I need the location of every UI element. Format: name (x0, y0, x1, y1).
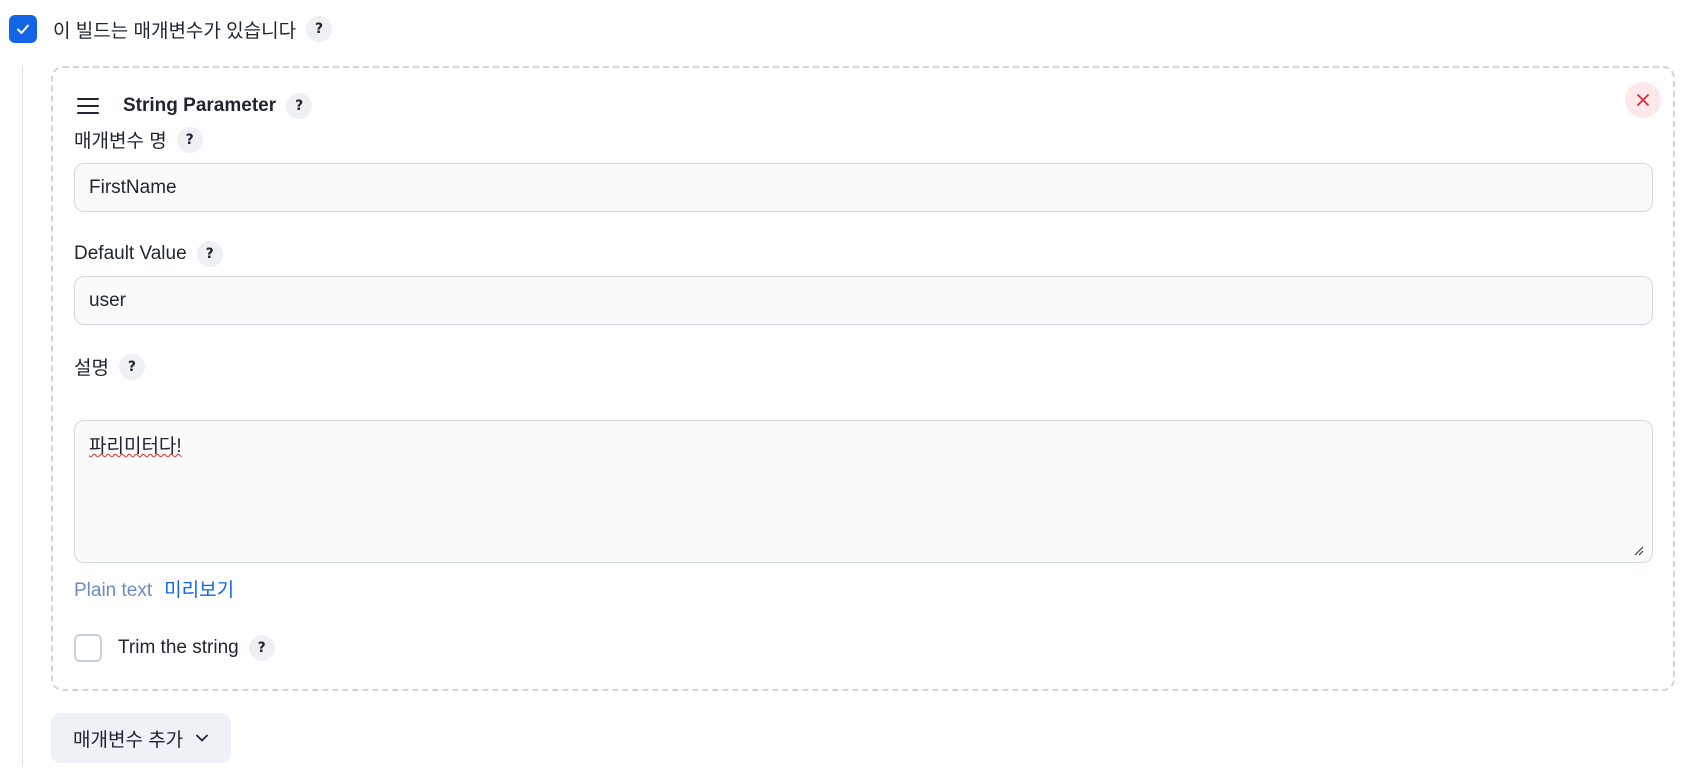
parameter-type-title: String Parameter (123, 95, 277, 116)
indent-line (22, 66, 23, 766)
resize-grip-icon[interactable] (1634, 546, 1644, 556)
preview-link[interactable]: 미리보기 (164, 575, 234, 602)
default-value-help-icon[interactable]: ? (196, 241, 223, 267)
name-field-help-icon[interactable]: ? (176, 126, 203, 153)
description-textarea[interactable]: 파리미터다! (74, 420, 1653, 563)
description-field-label-row: 설명 ? (74, 353, 145, 380)
trim-label: Trim the string (118, 637, 239, 658)
chevron-down-icon (196, 734, 209, 742)
name-field-label-row: 매개변수 명 ? (74, 126, 203, 153)
add-parameter-button[interactable]: 매개변수 추가 (51, 713, 232, 763)
default-value-input[interactable] (74, 276, 1653, 325)
parameter-type-help-icon[interactable]: ? (286, 93, 313, 119)
trim-row: Trim the string ? (74, 634, 275, 662)
trim-checkbox[interactable] (74, 634, 102, 662)
card-header: String Parameter ? (77, 90, 313, 122)
drag-handle-icon[interactable] (77, 98, 99, 114)
close-icon (1637, 94, 1649, 106)
parameterized-label: 이 빌드는 매개변수가 있습니다 (53, 20, 297, 42)
string-parameter-card: String Parameter ? 매개변수 명 ? Default Valu… (51, 66, 1675, 691)
parameterized-checkbox[interactable] (9, 15, 37, 43)
default-value-label: Default Value (74, 243, 187, 264)
format-row: Plain text 미리보기 (74, 575, 234, 602)
check-icon (17, 24, 29, 34)
parameter-name-input[interactable] (74, 163, 1653, 212)
delete-parameter-button[interactable] (1625, 82, 1661, 118)
add-parameter-label: 매개변수 추가 (73, 729, 184, 751)
description-text: 파리미터다! (89, 436, 182, 457)
name-field-label: 매개변수 명 (74, 131, 167, 152)
description-label: 설명 (74, 358, 109, 379)
parameterized-help-icon[interactable]: ? (306, 16, 333, 42)
default-field-label-row: Default Value ? (74, 241, 223, 267)
description-help-icon[interactable]: ? (118, 353, 145, 380)
parameterized-row: 이 빌드는 매개변수가 있습니다 ? (9, 14, 333, 44)
build-parameters-section: 이 빌드는 매개변수가 있습니다 ? String Parameter ? 매개… (0, 0, 1688, 775)
plain-text-label: Plain text (74, 580, 153, 601)
trim-help-icon[interactable]: ? (248, 635, 275, 661)
